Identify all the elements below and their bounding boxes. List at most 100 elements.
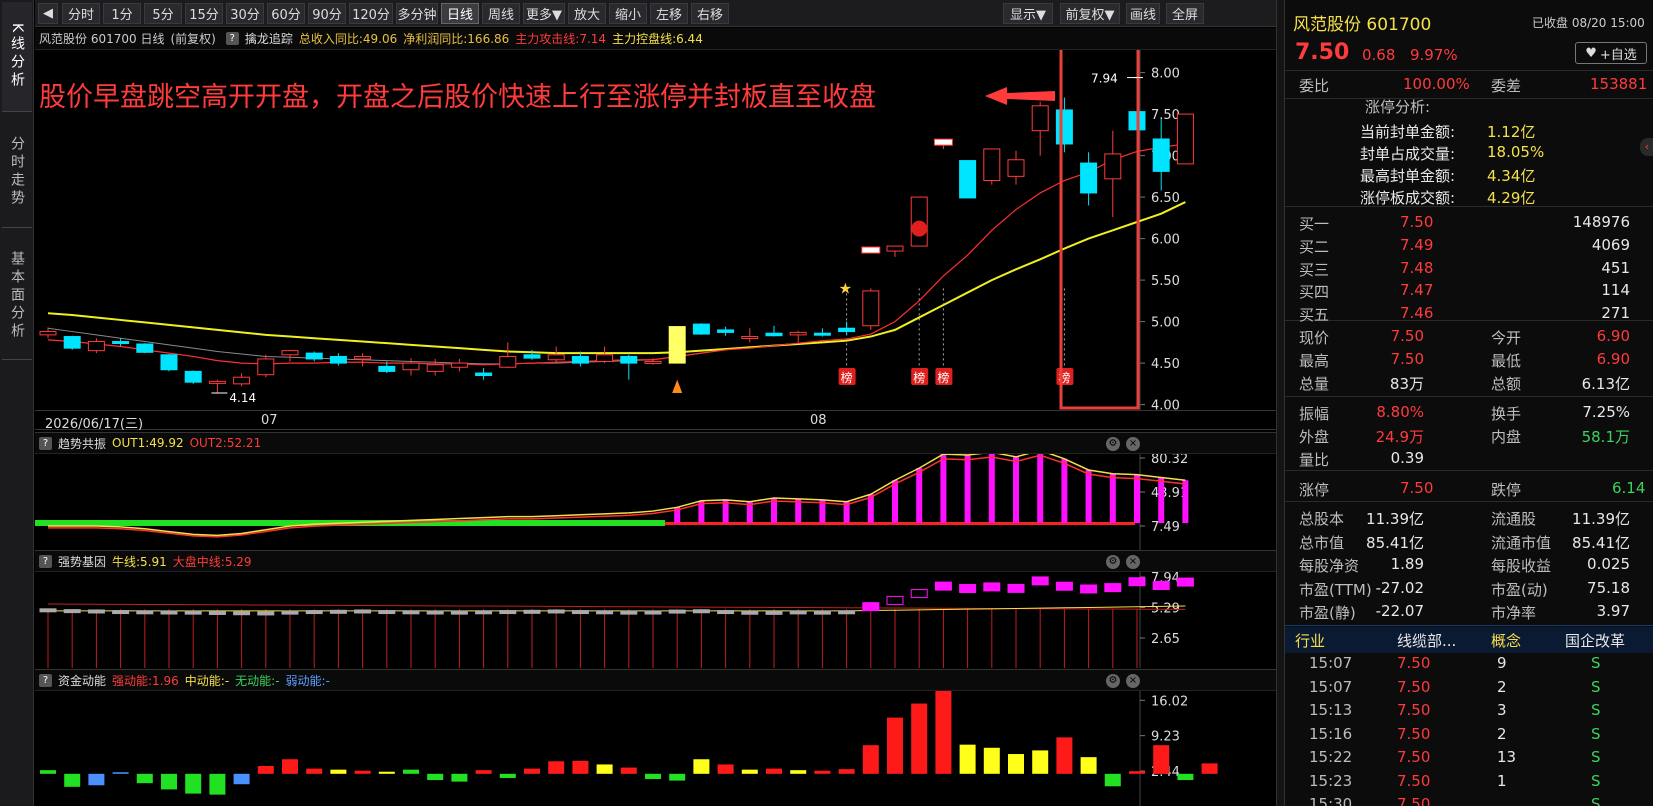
momentum-bar bbox=[814, 770, 831, 774]
quote-label: 总股本 bbox=[1299, 510, 1345, 528]
candle-body bbox=[1007, 159, 1025, 177]
candle-body bbox=[1031, 105, 1049, 132]
period-button-7[interactable]: 120分 bbox=[349, 3, 393, 24]
tick-side: S bbox=[1591, 771, 1601, 790]
view-button-1[interactable]: 前复权▼ bbox=[1060, 3, 1120, 24]
add-watchlist-button[interactable]: ♥ +自选 bbox=[1575, 42, 1647, 64]
period-button-3[interactable]: 15分 bbox=[185, 3, 223, 24]
strong-gene-chart[interactable]: 7.945.292.65 bbox=[35, 572, 1276, 668]
tick-price: 7.50 bbox=[1397, 795, 1431, 806]
gene-mark-strong bbox=[910, 589, 928, 599]
gene-mark bbox=[160, 610, 178, 615]
concept-value[interactable]: 国企改革 bbox=[1565, 630, 1625, 651]
candle-body bbox=[741, 336, 759, 340]
bid-volume: 114 bbox=[1601, 281, 1630, 300]
quote-value: 7.25% bbox=[1582, 403, 1630, 421]
period-button-14[interactable]: 左移 bbox=[650, 3, 688, 24]
momentum-bar bbox=[959, 744, 976, 774]
momentum-bar bbox=[1080, 757, 1097, 774]
quote-value: 6.13亿 bbox=[1581, 375, 1630, 393]
y-tick-label: 9.23 bbox=[1151, 730, 1180, 745]
tick-time: 15:13 bbox=[1309, 701, 1353, 719]
control-line-value: 主力控盘线:6.44 bbox=[612, 32, 703, 46]
momentum-bar bbox=[524, 768, 540, 774]
momentum-bar bbox=[499, 773, 516, 778]
help-icon[interactable]: ? bbox=[39, 673, 52, 687]
annotation-text: 股价早盘跳空高开开盘，开盘之后股价快速上行至涨停并封板直至收盘 bbox=[39, 82, 876, 113]
period-button-1[interactable]: 1分 bbox=[103, 3, 141, 24]
indicator-name[interactable]: 资金动能 bbox=[58, 672, 106, 689]
help-icon[interactable]: ? bbox=[39, 436, 52, 450]
candle-body bbox=[87, 341, 105, 352]
magenta-bar bbox=[916, 468, 923, 523]
gene-mark bbox=[378, 610, 396, 615]
close-icon[interactable]: × bbox=[1126, 674, 1140, 688]
order-ratio-row: 委比 100.00% 委差 153881 bbox=[1299, 75, 1648, 95]
gene-mark bbox=[813, 610, 831, 615]
quote-value: 85.41亿 bbox=[1572, 533, 1630, 552]
tick-price: 7.50 bbox=[1397, 748, 1431, 766]
candlestick-chart[interactable]: 8.007.507.006.506.005.505.004.504.00股价早盘… bbox=[35, 50, 1276, 410]
period-button-2[interactable]: 5分 bbox=[144, 3, 182, 24]
period-button-4[interactable]: 30分 bbox=[226, 3, 264, 24]
gear-icon[interactable]: ⚙ bbox=[1106, 555, 1120, 569]
help-icon[interactable]: ? bbox=[225, 32, 239, 45]
gene-mark-strong bbox=[1031, 576, 1049, 586]
period-button-5[interactable]: 60分 bbox=[267, 3, 305, 24]
period-button-11[interactable]: 更多▼ bbox=[523, 3, 565, 24]
period-button-15[interactable]: 右移 bbox=[691, 3, 729, 24]
tick-price: 7.50 bbox=[1397, 677, 1431, 696]
quote-row: 总量 83万 总额 6.13亿 bbox=[1285, 370, 1653, 396]
gear-icon[interactable]: ⚙ bbox=[1106, 674, 1120, 688]
industry-value[interactable]: 线缆部... bbox=[1397, 630, 1456, 651]
tab-fundamental-analysis[interactable]: 基本面分析 bbox=[2, 232, 32, 360]
panel-divider[interactable] bbox=[1276, 0, 1284, 806]
period-button-12[interactable]: 放大 bbox=[568, 3, 606, 24]
bid-label: 买四 bbox=[1299, 283, 1330, 302]
tick-row: 15:07 7.50 9 S bbox=[1285, 651, 1653, 677]
period-button-0[interactable]: 分时 bbox=[62, 3, 100, 24]
period-button-6[interactable]: 90分 bbox=[308, 3, 346, 24]
quote-value: 85.41亿 bbox=[1366, 533, 1424, 552]
trend-resonance-chart[interactable]: 80.3243.917.49 bbox=[35, 454, 1276, 550]
help-icon[interactable]: ? bbox=[39, 554, 52, 568]
bid-price: 7.50 bbox=[1400, 213, 1434, 231]
y-tick-label: 4.50 bbox=[1151, 357, 1180, 372]
candle-body bbox=[886, 245, 904, 252]
y-tick-label: 80.32 bbox=[1151, 454, 1188, 467]
period-button-10[interactable]: 周线 bbox=[482, 3, 520, 24]
period-button-13[interactable]: 缩小 bbox=[609, 3, 647, 24]
close-icon[interactable]: × bbox=[1126, 555, 1140, 569]
close-icon[interactable]: × bbox=[1126, 437, 1140, 451]
bid-price: 7.48 bbox=[1400, 258, 1434, 277]
quote-value: 0.39 bbox=[1390, 449, 1424, 467]
view-button-3[interactable]: 全屏 bbox=[1166, 3, 1204, 24]
candle-body bbox=[862, 290, 880, 327]
momentum-bar bbox=[306, 768, 323, 774]
quote-label: 市盈(动) bbox=[1491, 580, 1548, 599]
y-tick-label: 5.50 bbox=[1151, 274, 1180, 289]
indicator-name[interactable]: 趋势共振 bbox=[58, 435, 106, 452]
bang-badge-label: 榜 bbox=[937, 370, 949, 385]
view-button-2[interactable]: 画线 bbox=[1126, 3, 1160, 24]
tab-intraday-trend[interactable]: 分时走势 bbox=[2, 116, 32, 228]
indicator-name[interactable]: 擒龙追踪 bbox=[245, 30, 293, 47]
collapse-left-icon[interactable]: ◀ bbox=[38, 3, 58, 24]
gene-mark bbox=[426, 610, 444, 615]
momentum-bar bbox=[983, 747, 1000, 774]
y-tick-label: 6.00 bbox=[1151, 233, 1180, 248]
indicator-name[interactable]: 强势基因 bbox=[58, 553, 106, 570]
gear-icon[interactable]: ⚙ bbox=[1106, 437, 1120, 451]
star-icon: ★ bbox=[839, 280, 852, 298]
period-button-8[interactable]: 多分钟 bbox=[396, 3, 438, 24]
tab-kline-analysis[interactable]: K线分析 bbox=[2, 2, 32, 112]
concept-label: 概念 bbox=[1491, 632, 1522, 650]
momentum-bar bbox=[862, 745, 879, 774]
money-momentum-chart[interactable]: 16.029.232.44 bbox=[35, 691, 1276, 806]
tick-side: S bbox=[1591, 795, 1601, 806]
period-button-9[interactable]: 日线 bbox=[441, 3, 479, 24]
bid-volume: 451 bbox=[1601, 258, 1630, 277]
candle-body bbox=[547, 354, 565, 361]
magenta-bar bbox=[1037, 454, 1044, 523]
view-button-0[interactable]: 显示▼ bbox=[1003, 3, 1053, 24]
